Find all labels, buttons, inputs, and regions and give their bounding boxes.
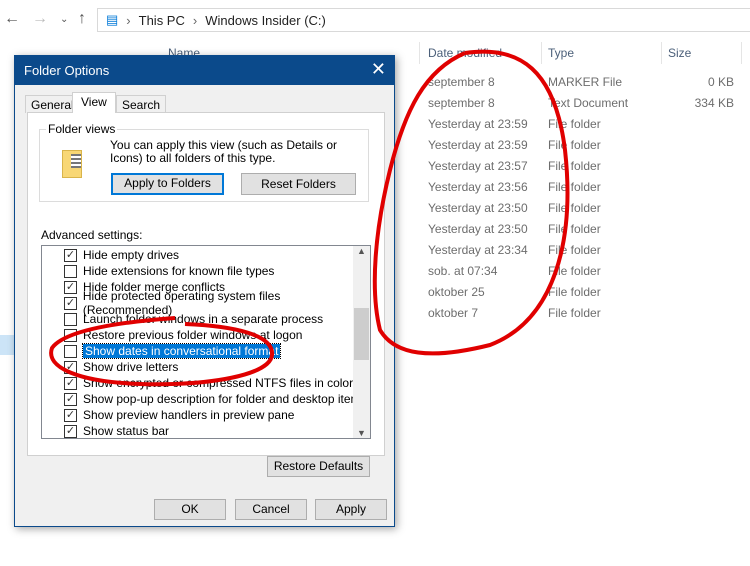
file-type: File folder — [548, 201, 601, 215]
date-modified: Yesterday at 23:59 — [428, 117, 528, 131]
file-type: File folder — [548, 180, 601, 194]
file-type: File folder — [548, 117, 601, 131]
address-bar[interactable]: ▤ › This PC › Windows Insider (C:) — [97, 8, 750, 32]
checked-checkbox[interactable]: ✓ — [64, 392, 77, 406]
dialog-title: Folder Options — [15, 56, 394, 85]
setting-label: Restore previous folder windows at logon — [83, 328, 303, 342]
recent-chevron-icon[interactable]: ⌄ — [60, 14, 68, 25]
reset-folders-button[interactable]: Reset Folders — [241, 173, 356, 195]
back-icon[interactable]: ← — [4, 10, 20, 28]
checked-checkbox[interactable]: ✓ — [64, 296, 77, 310]
unchecked-checkbox[interactable] — [64, 264, 77, 278]
scrollbar[interactable]: ▲ ▼ — [353, 246, 370, 438]
file-type: File folder — [548, 285, 601, 299]
date-modified: Yesterday at 23:50 — [428, 222, 528, 236]
date-modified: oktober 7 — [428, 306, 479, 320]
date-modified: sob. at 07:34 — [428, 264, 498, 278]
scroll-down-icon[interactable]: ▼ — [353, 428, 370, 438]
setting-label: Show drive letters — [83, 360, 179, 374]
file-size: 0 KB — [707, 75, 734, 89]
advanced-settings-list[interactable]: ✓ Hide empty drives Hide extensions for kn… — [41, 245, 371, 439]
date-modified: september 8 — [428, 96, 495, 110]
setting-label: Show status bar — [83, 424, 170, 438]
file-size: 334 KB — [694, 96, 734, 110]
setting-item[interactable]: ✓ Show encrypted or compressed NTFS files… — [64, 375, 353, 391]
setting-item[interactable]: ✓ Show pop-up description for folder and … — [64, 391, 367, 407]
setting-label: Show dates in conversational format — [81, 343, 282, 359]
setting-item[interactable]: ✓ Hide empty drives — [64, 247, 179, 263]
apply-button[interactable]: Apply — [315, 499, 387, 520]
column-type[interactable]: Type — [542, 42, 662, 64]
unchecked-checkbox[interactable] — [64, 328, 77, 342]
setting-item[interactable]: Show dates in conversational format — [64, 343, 282, 359]
setting-label: Launch folder windows in a separate proc… — [83, 312, 324, 326]
file-type: File folder — [548, 243, 601, 257]
view-tab-panel: Folder views You can apply this view (su… — [27, 112, 385, 477]
scroll-up-icon[interactable]: ▲ — [353, 246, 370, 262]
scrollbar-thumb[interactable] — [354, 308, 369, 360]
setting-item[interactable]: ✓ Show preview handlers in preview pane — [64, 407, 294, 423]
setting-label: Hide extensions for known file types — [83, 264, 275, 278]
checked-checkbox[interactable]: ✓ — [64, 360, 77, 374]
file-type: File folder — [548, 159, 601, 173]
file-type: File folder — [548, 264, 601, 278]
date-modified: Yesterday at 23:59 — [428, 138, 528, 152]
breadcrumb-this-pc[interactable]: This PC — [139, 13, 185, 28]
date-modified: oktober 25 — [428, 285, 485, 299]
setting-label: Hide empty drives — [83, 248, 180, 262]
ok-button[interactable]: OK — [154, 499, 226, 520]
setting-item[interactable]: Restore previous folder windows at logon — [64, 327, 302, 343]
advanced-settings-label: Advanced settings: — [41, 228, 143, 242]
checked-checkbox[interactable]: ✓ — [64, 408, 77, 422]
file-type: File folder — [548, 222, 601, 236]
file-type: File folder — [548, 138, 601, 152]
folder-views-label: Folder views — [46, 122, 118, 136]
checked-checkbox[interactable]: ✓ — [64, 280, 77, 294]
checked-checkbox[interactable]: ✓ — [64, 376, 77, 390]
date-modified: september 8 — [428, 75, 495, 89]
folder-options-dialog: Folder Options ✕ General View Search Fol… — [14, 55, 395, 527]
up-icon[interactable]: ↑ — [78, 10, 86, 28]
nav-pane-selection — [0, 335, 14, 355]
date-modified: Yesterday at 23:56 — [428, 180, 528, 194]
restore-defaults-button[interactable]: Restore Defaults — [267, 456, 370, 477]
setting-label: Show preview handlers in preview pane — [83, 408, 295, 422]
file-type: File folder — [548, 306, 601, 320]
unchecked-checkbox[interactable] — [64, 344, 77, 358]
folder-view-icon — [62, 150, 82, 178]
checked-checkbox[interactable]: ✓ — [64, 248, 77, 262]
setting-label: Show encrypted or compressed NTFS files … — [83, 376, 354, 390]
setting-item[interactable]: ✓ Show status bar — [64, 423, 170, 438]
close-icon[interactable]: ✕ — [371, 59, 386, 80]
folder-views-description: You can apply this view (such as Details… — [110, 138, 338, 165]
drive-icon: ▤ — [106, 12, 119, 27]
folder-views-group: Folder views You can apply this view (su… — [39, 122, 369, 202]
date-modified: Yesterday at 23:50 — [428, 201, 528, 215]
column-date-modified[interactable]: Date modified — [422, 42, 542, 64]
breadcrumb-drive[interactable]: Windows Insider (C:) — [205, 13, 326, 28]
date-modified: Yesterday at 23:34 — [428, 243, 528, 257]
apply-to-folders-button[interactable]: Apply to Folders — [111, 173, 224, 195]
setting-item[interactable]: ✓ Hide protected operating system files (… — [64, 289, 370, 317]
setting-item[interactable]: ✓ Show drive letters — [64, 359, 178, 375]
date-modified: Yesterday at 23:57 — [428, 159, 528, 173]
forward-icon[interactable]: → — [32, 10, 48, 28]
setting-item[interactable]: Hide extensions for known file types — [64, 263, 274, 279]
unchecked-checkbox[interactable] — [64, 312, 77, 326]
setting-item[interactable]: Launch folder windows in a separate proc… — [64, 311, 323, 327]
file-type: MARKER File — [548, 75, 623, 89]
setting-label: Show pop-up description for folder and d… — [83, 392, 367, 406]
file-type: Text Document — [548, 96, 629, 110]
tab-view[interactable]: View — [72, 92, 116, 113]
cancel-button[interactable]: Cancel — [235, 499, 307, 520]
tab-search[interactable]: Search — [116, 95, 167, 113]
column-size[interactable]: Size — [662, 42, 742, 64]
checked-checkbox[interactable]: ✓ — [64, 424, 77, 438]
